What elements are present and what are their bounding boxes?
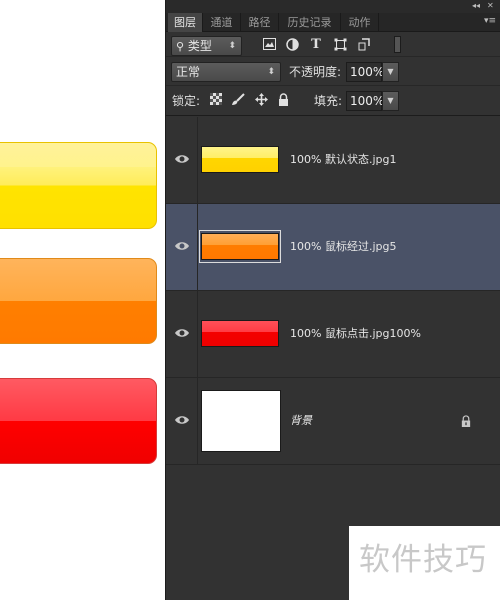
smart-object-filter-icon[interactable] — [356, 38, 372, 56]
layer-thumbnail — [201, 320, 279, 347]
fill-dropdown-button[interactable]: ▼ — [382, 91, 399, 111]
watermark: 软件技巧 — [349, 526, 500, 600]
panel-tab-bar: 图层 通道 路径 历史记录 动作 ▾≡ — [166, 13, 500, 32]
lock-transparent-icon[interactable] — [208, 93, 224, 110]
tab-history[interactable]: 历史记录 — [279, 13, 341, 32]
lock-image-brush-icon[interactable] — [230, 93, 246, 111]
collapse-panel-icon[interactable]: ◂◂ — [472, 1, 480, 11]
canvas-button-default — [0, 142, 157, 229]
canvas-button-pressed — [0, 378, 157, 464]
layer-thumbnail — [201, 146, 279, 173]
watermark-text: 软件技巧 — [359, 542, 487, 578]
canvas-button-hover — [0, 258, 157, 344]
filter-toggle-switch[interactable] — [394, 36, 401, 53]
visibility-toggle[interactable] — [166, 291, 198, 378]
lock-position-move-icon[interactable] — [253, 93, 269, 111]
eye-icon — [175, 242, 189, 250]
eye-icon — [175, 155, 189, 163]
eye-icon — [175, 416, 189, 424]
tab-channels[interactable]: 通道 — [203, 13, 241, 32]
layer-name: 100% 鼠标经过.jpg5 — [290, 240, 397, 253]
visibility-toggle[interactable] — [166, 204, 198, 291]
filter-kind-select[interactable]: ⚲ 类型 ⬍ — [171, 36, 242, 56]
layer-row-background[interactable]: 背景 — [166, 378, 500, 465]
visibility-toggle[interactable] — [166, 378, 198, 465]
type-filter-icon[interactable]: T — [308, 37, 324, 53]
layer-thumbnail — [201, 390, 281, 452]
shape-filter-icon[interactable] — [332, 38, 348, 56]
layers-panel: ◂◂ ✕ 图层 通道 路径 历史记录 动作 ▾≡ ⚲ 类型 ⬍ T 正常 ⬍ 不… — [165, 0, 500, 600]
opacity-dropdown-button[interactable]: ▼ — [382, 62, 399, 82]
layer-row-hover[interactable]: 100% 鼠标经过.jpg5 — [166, 204, 500, 291]
layer-filter-row: ⚲ 类型 ⬍ T — [166, 33, 500, 57]
opacity-input[interactable]: 100% — [346, 62, 384, 82]
updown-arrow-icon: ⬍ — [267, 67, 275, 77]
tab-actions[interactable]: 动作 — [341, 13, 379, 32]
updown-arrow-icon: ⬍ — [228, 41, 236, 51]
panel-title-strip: ◂◂ ✕ — [166, 0, 500, 13]
layer-name: 100% 默认状态.jpg1 — [290, 153, 397, 166]
filter-kind-label: 类型 — [187, 39, 212, 53]
search-icon: ⚲ — [176, 40, 185, 53]
lock-label: 锁定: — [172, 94, 201, 108]
panel-menu-icon[interactable]: ▾≡ — [484, 16, 496, 26]
tab-layers[interactable]: 图层 — [168, 13, 203, 32]
layer-name: 100% 鼠标点击.jpg100% — [290, 327, 421, 340]
blend-row: 正常 ⬍ 不透明度: 100% ▼ — [166, 58, 500, 86]
blend-mode-select[interactable]: 正常 ⬍ — [171, 62, 281, 82]
close-panel-icon[interactable]: ✕ — [487, 1, 494, 11]
tab-paths[interactable]: 路径 — [241, 13, 279, 32]
fill-input[interactable]: 100% — [346, 91, 384, 111]
adjustment-filter-icon[interactable] — [284, 38, 300, 56]
lock-row: 锁定: 填充: 100% ▼ — [166, 87, 500, 116]
layer-thumbnail — [201, 233, 279, 260]
blend-mode-value: 正常 — [176, 65, 201, 79]
visibility-toggle[interactable] — [166, 117, 198, 204]
layer-row-default[interactable]: 100% 默认状态.jpg1 — [166, 117, 500, 204]
eye-icon — [175, 329, 189, 337]
lock-all-icon[interactable] — [275, 93, 291, 111]
layer-row-pressed[interactable]: 100% 鼠标点击.jpg100% — [166, 291, 500, 378]
app-root: ◂◂ ✕ 图层 通道 路径 历史记录 动作 ▾≡ ⚲ 类型 ⬍ T 正常 ⬍ 不… — [0, 0, 500, 600]
pixel-layer-filter-icon[interactable] — [261, 38, 277, 55]
opacity-label: 不透明度: — [289, 65, 342, 79]
fill-label: 填充: — [314, 94, 343, 108]
layer-name: 背景 — [290, 414, 312, 427]
layer-lock-icon — [461, 415, 471, 427]
